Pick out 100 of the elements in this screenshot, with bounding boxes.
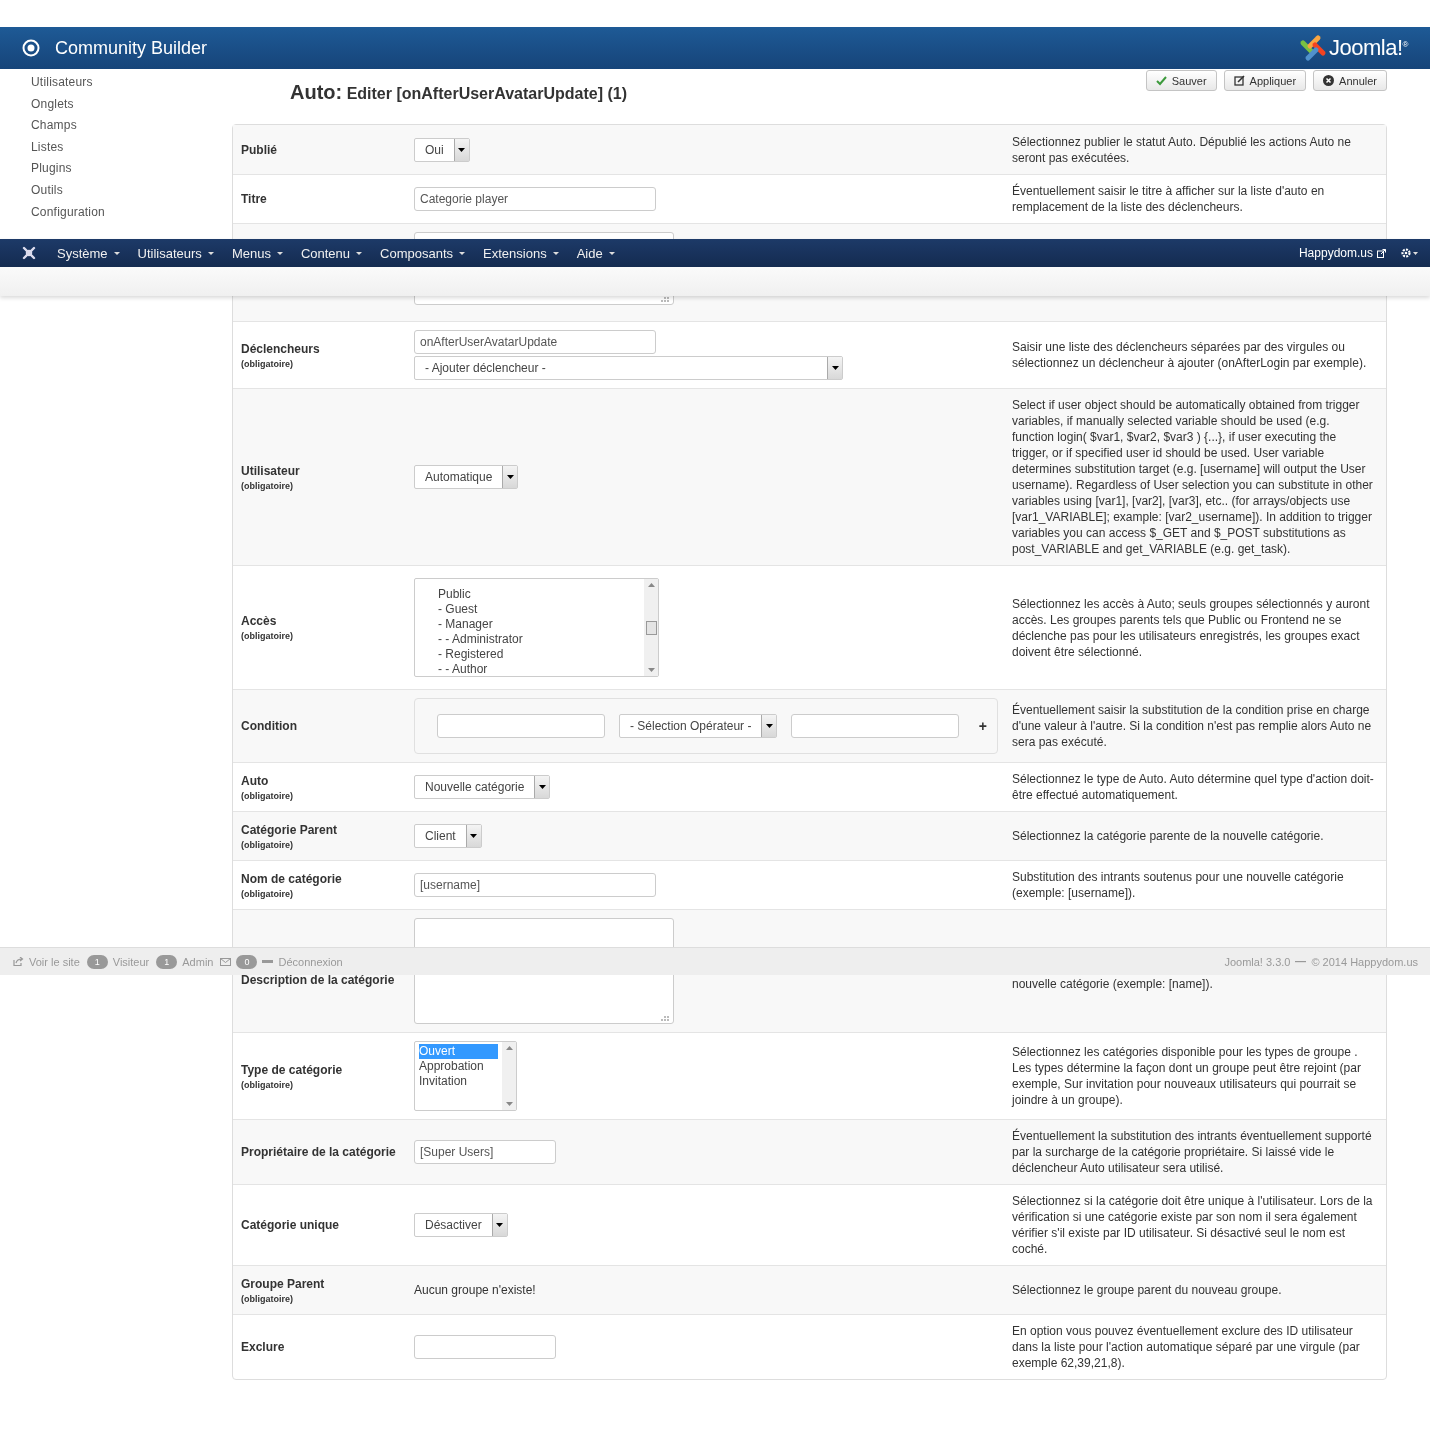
select-field[interactable]: - Sélection Opérateur - bbox=[619, 714, 778, 738]
site-link[interactable]: Happydom.us bbox=[1298, 246, 1373, 260]
caret-icon bbox=[276, 251, 283, 255]
field-description: Select if user object should be automatically obtained from trigger variables, if manually selected variable should be used (e.g. function login( $var1, $var2, $var3 ) {...}, if user executing the trigger, or if specified user id should be used. User variable determines substitution target (e.g. [username] will output the User username). Regardless of User selection you can substitute in other variables using [var1], [var2], [var3], etc.. (for arrays/objects use [var1_VARIABLE]; example: [var2_username]). In addition to trigger variables you can access $_GET and $_POST substitutions as post_VARIABLE and get_VARIABLE (e.g. get_task). bbox=[1012, 397, 1374, 557]
external-link-icon bbox=[1377, 248, 1386, 258]
menu-item[interactable]: Aide bbox=[567, 245, 624, 261]
sidebar-item[interactable]: Listes bbox=[31, 136, 232, 159]
field-value: Aucun groupe n'existe! bbox=[414, 1283, 536, 1297]
menu-item[interactable]: Menus bbox=[222, 245, 292, 261]
sidebar-item[interactable]: Configuration bbox=[31, 201, 232, 224]
sidebar-item[interactable]: Plugins bbox=[31, 158, 232, 180]
caret-icon bbox=[496, 1223, 504, 1227]
field-description: Sélectionnez publier le statut Auto. Dépublié les actions Auto ne seront pas exécutées. bbox=[1012, 133, 1352, 166]
select-field[interactable]: Nouvelle catégorie bbox=[414, 775, 551, 799]
field-description: Éventuellement saisir la substitution de la condition prise en charge d'une valeur à l'autre. Si la condition n'est pas remplie alors Auto ne sera pas exécuté. bbox=[1012, 702, 1373, 750]
apply-button[interactable]: Appliquer bbox=[1223, 70, 1307, 91]
caret-icon bbox=[470, 834, 478, 838]
caret-icon bbox=[831, 366, 839, 370]
menu-item[interactable]: Contenu bbox=[291, 245, 372, 261]
list-option[interactable]: - - Author bbox=[438, 662, 640, 676]
field-label: Type de catégorie bbox=[241, 1062, 344, 1077]
scrollbar[interactable] bbox=[502, 1042, 516, 1110]
scroll-thumb[interactable] bbox=[645, 620, 657, 635]
sidebar-item[interactable]: Outils bbox=[31, 179, 232, 202]
text-field[interactable]: [Super Users] bbox=[414, 1140, 556, 1164]
select-field[interactable]: Oui bbox=[414, 137, 470, 162]
text-field[interactable]: onAfterUserAvatarUpdate bbox=[414, 330, 656, 354]
list-option[interactable]: - Registered bbox=[438, 647, 640, 662]
scrollbar[interactable] bbox=[644, 579, 658, 676]
field-label: Catégorie unique bbox=[241, 1218, 340, 1232]
copyright-text: © 2014 Happydom.us bbox=[1311, 955, 1418, 968]
caret-icon bbox=[506, 475, 514, 479]
field-label: Propriétaire de la catégorie bbox=[241, 1145, 397, 1159]
resize-grip-icon bbox=[661, 296, 670, 302]
count-badge: 1 bbox=[86, 954, 108, 969]
sidebar-item[interactable]: Utilisateurs bbox=[31, 72, 232, 94]
caret-icon bbox=[608, 251, 615, 255]
list-box[interactable]: Ouvert Approbation Invitation bbox=[414, 1041, 517, 1111]
list-option[interactable]: - - Administrator bbox=[438, 632, 640, 647]
sidebar-item[interactable]: Onglets bbox=[31, 93, 232, 116]
field-label: Condition bbox=[241, 719, 298, 733]
text-field[interactable] bbox=[414, 1335, 556, 1359]
count-badge: 1 bbox=[156, 954, 178, 969]
mail-icon bbox=[220, 957, 232, 966]
settings-button[interactable] bbox=[1400, 247, 1418, 259]
menu-item[interactable]: Composants bbox=[371, 245, 475, 261]
text-field[interactable] bbox=[437, 714, 605, 738]
required-note: (obligatoire) bbox=[241, 1293, 294, 1304]
arrow-up-icon[interactable] bbox=[505, 1046, 513, 1050]
select-field[interactable]: Client bbox=[414, 824, 482, 848]
field-label: Publié bbox=[241, 142, 278, 157]
field-description: Éventuellement saisir le titre à afficher sur la liste d'auto en remplacement de la liste des déclencheurs. bbox=[1012, 183, 1326, 215]
page-title: Auto: Editer [onAfterUserAvatarUpdate] (1) bbox=[290, 81, 627, 104]
required-note: (obligatoire) bbox=[241, 839, 294, 850]
save-button[interactable]: Sauver bbox=[1145, 70, 1217, 91]
cancel-button[interactable]: Annuler bbox=[1313, 70, 1387, 91]
field-description: Sélectionnez les catégories disponible pour les types de groupe . Les types détermine la façon dont un groupe peut être rejoint (par exemple, Sur invitation pour nouveaux utilisateurs qui pourrait se joindre à un groupe). bbox=[1012, 1044, 1362, 1108]
caret-icon bbox=[207, 251, 214, 255]
add-button[interactable]: + bbox=[978, 718, 987, 734]
list-option[interactable]: Public bbox=[438, 587, 640, 602]
field-label: Nom de catégorie bbox=[241, 871, 343, 886]
select-field[interactable]: - Ajouter déclencheur - bbox=[414, 356, 843, 380]
field-label: Accès bbox=[241, 614, 278, 628]
required-note: (obligatoire) bbox=[241, 790, 294, 801]
field-description: Sélectionnez la catégorie parente de la nouvelle catégorie. bbox=[1012, 828, 1325, 844]
text-field[interactable]: [username] bbox=[414, 873, 656, 897]
field-description: Sélectionnez si la catégorie doit être unique à l'utilisateur. Lors de la vérification si une catégorie existe par son nom il sera également vérifier s'il existe par ID utilisateur. Si désactivé seul le nom est coché. bbox=[1012, 1193, 1374, 1257]
field-label: Groupe Parent bbox=[241, 1276, 326, 1291]
field-label: Utilisateur bbox=[241, 463, 301, 478]
field-description: nouvelle catégorie (exemple: [name]). bbox=[1012, 976, 1214, 992]
list-option[interactable]: - Guest bbox=[438, 602, 640, 617]
text-field[interactable] bbox=[791, 714, 960, 738]
list-option[interactable]: - Manager bbox=[438, 617, 640, 632]
target-icon bbox=[22, 39, 40, 57]
arrow-down-icon[interactable] bbox=[505, 1102, 513, 1106]
app-title: Community Builder bbox=[55, 37, 208, 59]
required-note: (obligatoire) bbox=[241, 480, 294, 491]
field-description: Substitution des intrants soutenus pour une nouvelle catégorie (exemple: [username]). bbox=[1012, 869, 1345, 901]
menu-item[interactable]: Utilisateurs bbox=[128, 245, 223, 261]
logo-text: Joomla!$^{®}$ bbox=[1329, 35, 1408, 61]
text-field[interactable]: Categorie player bbox=[414, 187, 656, 211]
share-icon bbox=[13, 957, 24, 966]
close-icon bbox=[1323, 75, 1335, 86]
menu-item[interactable]: Extensions bbox=[474, 245, 568, 261]
sidebar-item[interactable]: Champs bbox=[31, 115, 232, 137]
field-label: Catégorie Parent bbox=[241, 822, 339, 837]
arrow-down-icon[interactable] bbox=[647, 668, 655, 672]
field-label: Description de la catégorie bbox=[241, 973, 396, 987]
menu-item[interactable]: Système bbox=[48, 245, 129, 261]
list-option[interactable]: Approbation bbox=[419, 1059, 498, 1074]
list-box[interactable]: Public - Guest - Manager - - Administrator - Registered - - Author bbox=[414, 578, 659, 677]
logo-icon[interactable] bbox=[22, 246, 36, 260]
list-option[interactable]: Invitation bbox=[419, 1074, 498, 1089]
caret-icon bbox=[459, 251, 466, 255]
select-field[interactable]: Désactiver bbox=[414, 1213, 508, 1237]
field-label: Titre bbox=[241, 192, 268, 206]
arrow-up-icon[interactable] bbox=[647, 583, 655, 587]
caret-icon bbox=[356, 251, 363, 255]
status-label: Visiteur bbox=[112, 955, 150, 968]
select-field[interactable]: Automatique bbox=[414, 465, 519, 489]
